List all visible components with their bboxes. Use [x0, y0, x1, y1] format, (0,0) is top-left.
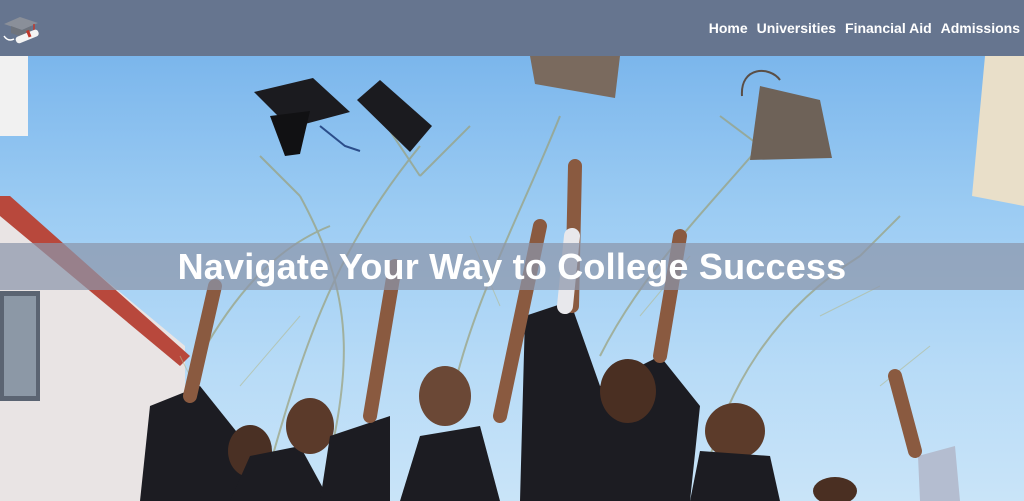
hero-headline: Navigate Your Way to College Success: [177, 245, 847, 287]
nav-link-home[interactable]: Home: [709, 20, 748, 36]
top-navbar: Home Universities Financial Aid Admissio…: [0, 0, 1024, 56]
main-nav: Home Universities Financial Aid Admissio…: [709, 20, 1020, 36]
graduation-cap-logo-icon[interactable]: [0, 6, 44, 50]
nav-link-financial-aid[interactable]: Financial Aid: [845, 20, 932, 36]
hero-section: Navigate Your Way to College Success: [0, 56, 1024, 501]
nav-link-universities[interactable]: Universities: [757, 20, 836, 36]
nav-link-admissions[interactable]: Admissions: [941, 20, 1020, 36]
hero-banner: Navigate Your Way to College Success: [0, 243, 1024, 290]
